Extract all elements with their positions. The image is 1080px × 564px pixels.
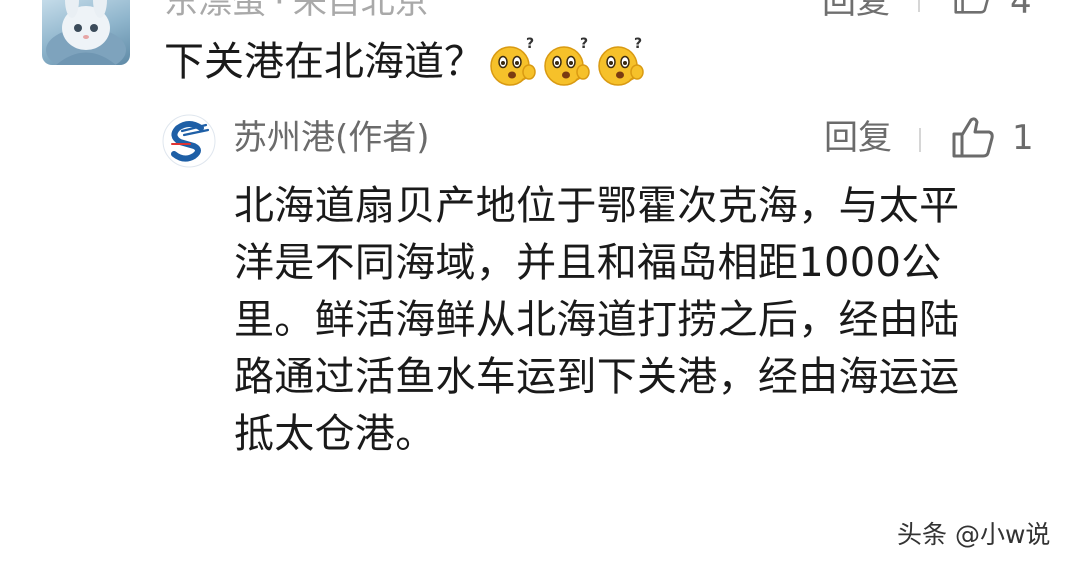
action-divider <box>919 128 921 152</box>
reply-author-name[interactable]: 苏州港(作者) <box>233 116 430 160</box>
comment-meta: 东漂蛋 · 来自北京 <box>164 0 429 22</box>
user-avatar[interactable] <box>42 0 130 65</box>
svg-text:?: ? <box>580 36 588 52</box>
author-avatar[interactable] <box>162 114 216 168</box>
confused-face-icon: ? <box>542 36 592 88</box>
action-divider <box>918 0 920 12</box>
reply-button[interactable]: 回复 <box>824 116 892 160</box>
comment-body: 下关港在北海道？ ? ? ? <box>164 36 646 88</box>
comment-location: 来自北京 <box>292 0 429 22</box>
reply-text-line: 里。鲜活海鲜从北海道打捞之后，经由陆 <box>234 297 960 343</box>
confused-face-icon: ? <box>596 36 646 88</box>
comment-author[interactable]: 东漂蛋 <box>164 0 266 22</box>
meta-separator: · <box>274 0 285 22</box>
reply-button[interactable]: 回复 <box>822 0 890 22</box>
svg-text:?: ? <box>526 36 534 52</box>
reply-text-line: 洋是不同海域，并且和福岛相距1000公 <box>234 240 942 286</box>
thumbs-up-icon[interactable] <box>950 0 994 14</box>
svg-text:?: ? <box>634 36 642 52</box>
suzhou-port-logo-icon <box>162 114 216 168</box>
comment-text: 下关港在北海道？ <box>164 39 484 85</box>
bunny-avatar-icon <box>46 0 126 65</box>
watermark: 头条 @小w说 <box>897 520 1051 549</box>
reply-body: 北海道扇贝产地位于鄂霍次克海，与太平 洋是不同海域，并且和福岛相距1000公 里… <box>234 178 1044 463</box>
comment-thread: 东漂蛋 · 来自北京 回复 4 下关港在北海道？ ? ? ? 苏州港(作者) 回… <box>0 0 1080 564</box>
confused-face-icon: ? <box>488 36 538 88</box>
reply-text-line: 北海道扇贝产地位于鄂霍次克海，与太平 <box>234 183 960 229</box>
reply-text-line: 路通过活鱼水车运到下关港，经由海运运 <box>234 354 960 400</box>
like-count: 4 <box>1010 0 1032 22</box>
reply-text-line: 抵太仓港。 <box>234 411 436 457</box>
thumbs-up-icon[interactable] <box>950 116 996 158</box>
like-count: 1 <box>1012 118 1034 158</box>
